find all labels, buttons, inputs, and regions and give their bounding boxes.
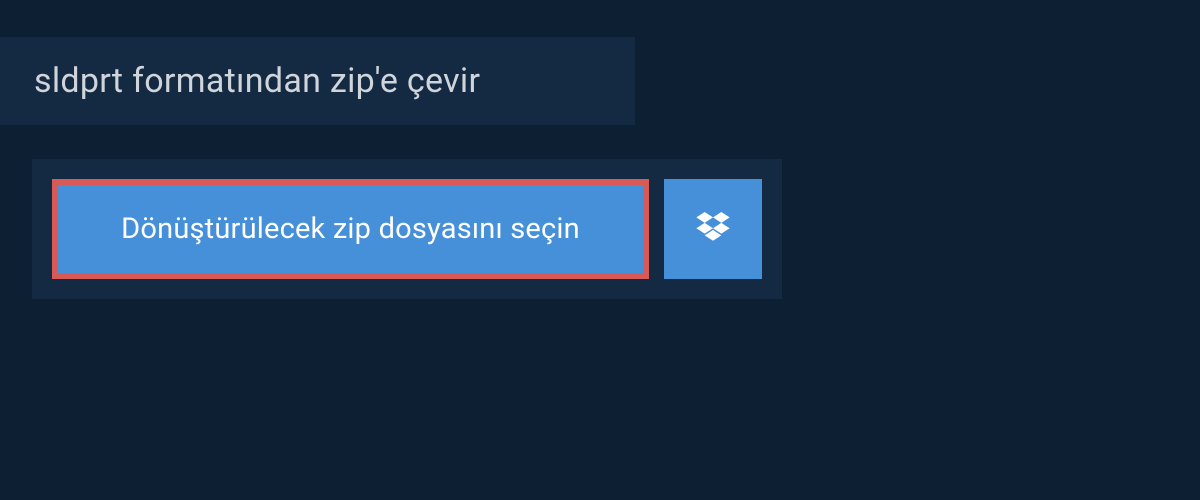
- upload-panel: Dönüştürülecek zip dosyasını seçin: [32, 159, 782, 299]
- dropbox-icon: [696, 212, 730, 246]
- page-header: sldprt formatından zip'e çevir: [0, 37, 635, 125]
- select-file-button[interactable]: Dönüştürülecek zip dosyasını seçin: [52, 179, 649, 279]
- page-title: sldprt formatından zip'e çevir: [34, 61, 601, 101]
- dropbox-button[interactable]: [664, 179, 762, 279]
- select-file-label: Dönüştürülecek zip dosyasını seçin: [121, 212, 580, 246]
